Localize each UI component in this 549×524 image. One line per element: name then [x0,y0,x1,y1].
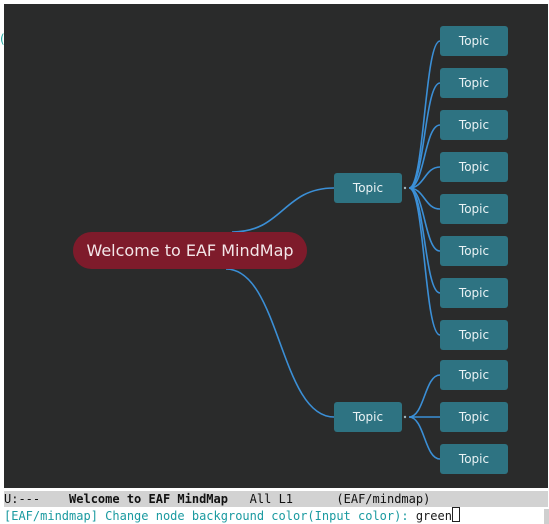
minibuffer-prompt: [EAF/mindmap] Change node background col… [4,509,416,523]
child-topic-node[interactable]: Topic [440,152,508,182]
branch-child-edge [408,374,441,418]
root-branch-edge [225,268,335,418]
topic-label: Topic [352,410,384,424]
branch-connector-dot [403,415,407,419]
child-topic-node[interactable]: Topic [440,402,508,432]
branch-topic-node[interactable]: Topic [334,402,402,432]
topic-label: Topic [458,452,490,466]
topic-label: Topic [458,118,490,132]
root-node[interactable]: Welcome to EAF MindMap [73,232,307,269]
topic-label: Topic [458,368,490,382]
child-topic-node[interactable]: Topic [440,320,508,350]
child-topic-node[interactable]: Topic [440,444,508,474]
modeline-status: U:--- [4,492,41,506]
topic-label: Topic [458,244,490,258]
topic-label: Topic [458,410,490,424]
topic-label: Topic [458,202,490,216]
topic-label: Topic [458,160,490,174]
modeline-position: All L1 [249,492,294,506]
topic-label: Topic [458,76,490,90]
root-branch-edge [231,187,335,233]
child-topic-node[interactable]: Topic [440,360,508,390]
child-topic-node[interactable]: Topic [440,278,508,308]
child-topic-node[interactable]: Topic [440,110,508,140]
topic-label: Topic [458,34,490,48]
root-node-label: Welcome to EAF MindMap [86,241,294,260]
child-topic-node[interactable]: Topic [440,26,508,56]
modeline-buffer-name: Welcome to EAF MindMap [69,492,228,506]
minibuffer[interactable]: [EAF/mindmap] Change node background col… [4,507,548,524]
minibuffer-input[interactable]: green [416,509,452,523]
text-cursor [451,507,460,522]
modeline-mode: (EAF/mindmap) [336,492,431,506]
branch-child-edge [408,416,441,460]
branch-child-edge [408,187,441,336]
branch-child-edge [408,40,441,189]
branch-topic-node[interactable]: Topic [334,173,402,203]
child-topic-node[interactable]: Topic [440,236,508,266]
mode-line: U:--- Welcome to EAF MindMap All L1 (EAF… [4,491,548,507]
topic-label: Topic [458,286,490,300]
eaf-window: ( Welcome to EAF MindMap Topic Topic Top… [0,0,549,524]
branch-child-edge [408,82,441,189]
topic-label: Topic [458,328,490,342]
mindmap-canvas[interactable]: Welcome to EAF MindMap Topic Topic Topic… [4,4,548,488]
child-topic-node[interactable]: Topic [440,68,508,98]
branch-child-edge [408,187,441,294]
child-topic-node[interactable]: Topic [440,194,508,224]
topic-label: Topic [352,181,384,195]
branch-connector-dot [403,186,407,190]
scrollbar-thumb[interactable] [544,509,549,524]
